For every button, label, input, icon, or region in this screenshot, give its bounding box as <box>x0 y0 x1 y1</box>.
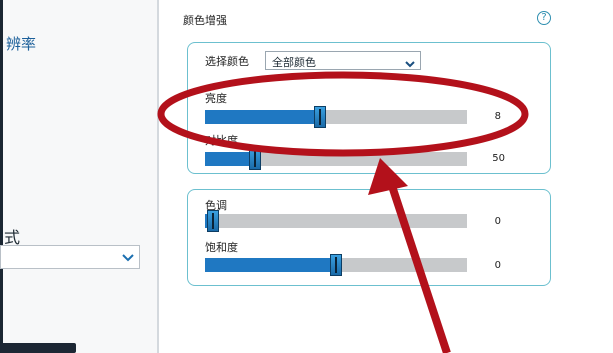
left-panel: 辨率 式 <box>0 0 157 353</box>
section-title: 颜色增强 <box>183 14 227 27</box>
brightness-label: 亮度 <box>205 92 227 105</box>
brightness-slider[interactable] <box>205 106 467 128</box>
hue-value: 0 <box>494 216 501 227</box>
hue-slider[interactable] <box>205 210 467 232</box>
contrast-slider[interactable] <box>205 148 467 170</box>
contrast-fill <box>205 152 255 166</box>
saturation-thumb[interactable] <box>330 254 342 276</box>
chevron-down-icon <box>121 250 135 269</box>
left-edge <box>0 0 3 353</box>
color-select-value: 全部颜色 <box>272 56 316 69</box>
saturation-label: 饱和度 <box>205 241 238 254</box>
brightness-fill <box>205 110 321 124</box>
chevron-down-icon <box>404 55 416 74</box>
select-color-label: 选择颜色 <box>205 55 249 68</box>
contrast-label: 对比度 <box>205 134 238 147</box>
contrast-value: 50 <box>492 153 505 164</box>
hue-thumb[interactable] <box>206 210 219 232</box>
contrast-thumb[interactable] <box>248 148 261 170</box>
saturation-fill <box>205 258 336 272</box>
brightness-value: 8 <box>494 111 501 122</box>
saturation-slider[interactable] <box>205 254 467 276</box>
color-enhancement-panel: 颜色增强 ? 选择颜色 全部颜色 亮度 8 对比度 50 色调 0 饱和度 0 <box>159 0 613 353</box>
brightness-thumb[interactable] <box>314 106 327 128</box>
help-icon[interactable]: ? <box>537 11 551 25</box>
saturation-value: 0 <box>494 260 501 271</box>
resolution-heading: 辨率 <box>6 35 37 53</box>
color-select[interactable]: 全部颜色 <box>265 51 421 70</box>
mode-dropdown[interactable] <box>0 245 140 269</box>
left-bottom-button[interactable] <box>0 343 76 353</box>
